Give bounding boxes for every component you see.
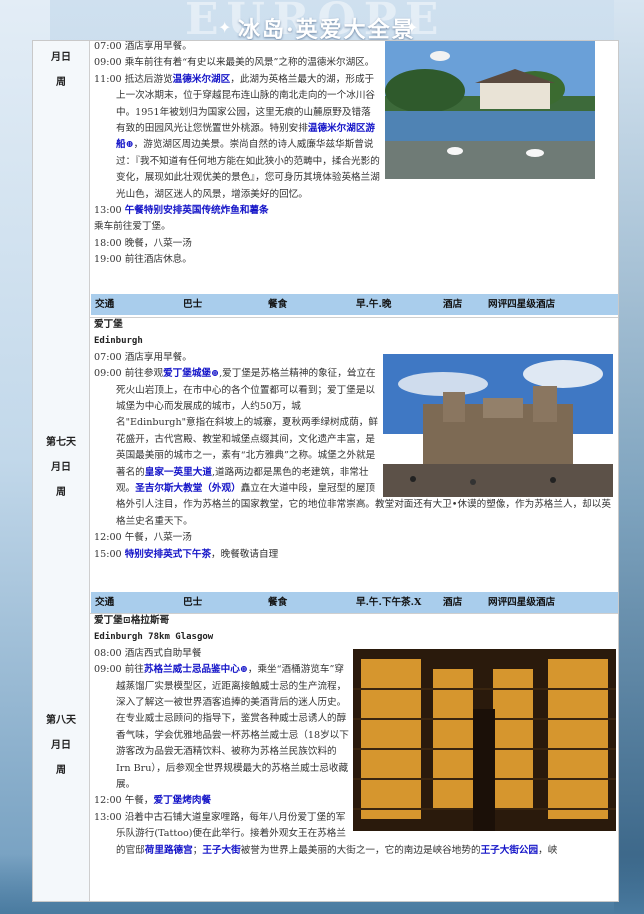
itinerary-table: 月日 周 07:00 酒店享用早餐。 09:00 乘车前往有着“有史以来最美的风景… [32,40,619,902]
description-text: 前往 [124,664,144,676]
description-text: ，峡 [538,844,558,856]
description-text: ,爱丁堡是苏格兰精神的象征，耸立在死火山岩顶上，在市中心的各个位置都可以看到；爱… [116,368,378,478]
windermere-lake-photo [385,41,595,179]
highlight-attraction: 皇家一英里大道 [144,466,212,478]
highlight-attraction: 特别安排英式下午茶 [124,548,212,560]
highlight-attraction: 午餐特别安排英国传统炸鱼和薯条 [124,205,269,217]
description-text: 酒店享用早餐。 [124,351,192,363]
route-title: 爱丁堡 [94,319,123,330]
day-date-label: 月日 [51,462,71,473]
day-weekday-label: 周 [56,487,66,498]
strip-meals-label: 餐食 [268,299,288,310]
highlight-attraction: 苏格兰威士忌品鉴中心⊕ [143,664,248,676]
edinburgh-castle-photo [383,354,613,497]
edinburgh-castle-image [383,354,613,497]
strip-meals-label: 餐食 [268,597,288,608]
time-label: 07:00 [94,351,125,363]
windermere-lake-image [385,41,595,179]
day-6-service-strip: 交通 巴士 餐食 早.午.晚 酒店 网评四星级酒店 [91,294,618,315]
description-text: 酒店享用早餐。 [124,41,192,52]
strip-hotel-label: 酒店 [443,299,463,310]
route-title: 爱丁堡⊡格拉斯哥 [94,615,170,626]
day-6-label: 月日 周 [33,41,90,317]
description-text: 酒店西式自助早餐 [124,647,202,659]
strip-transport-label: 交通 [95,597,115,608]
description-text: ，游览湖区周边美景。崇尚自然的诗人威廉华兹华斯曾说过：『我不知道有任何地方能在如… [116,139,380,200]
day-8-label: 第八天 月日 周 [33,613,90,901]
itinerary-line: 12:00 午餐，八菜一汤 [94,530,616,546]
time-label: 19:00 [94,254,125,266]
time-label: 11:00 [94,73,125,85]
itinerary-line: 13:00 午餐特别安排英国传统炸鱼和薯条 [94,203,616,219]
day-6-row: 月日 周 07:00 酒店享用早餐。 09:00 乘车前往有着“有史以来最美的风景… [33,41,618,318]
description-text: 前往参观 [124,368,164,380]
time-label: 13:00 [94,811,125,823]
time-label: 09:00 [94,57,125,69]
time-label: 09:00 [94,664,125,676]
highlight-attraction: 圣吉尔斯大教堂（外观） [135,483,241,495]
highlight-attraction: 荷里路德宫 [144,844,193,856]
day-7-service-strip: 交通 巴士 餐食 早.午.下午茶.X 酒店 网评四星级酒店 [91,592,618,613]
route-title-en: Edinburgh 78km Glasgow [94,632,214,643]
strip-hotel-label: 酒店 [443,597,463,608]
itinerary-line: 19:00 前往酒店休息。 [94,252,616,268]
description-text: ，乘坐“酒桶游览车”穿越蒸馏厂实景模型区，近距离接触威士忌的生产流程，深入了解这… [116,664,349,791]
time-label: 09:00 [94,368,125,380]
description-text: 前往酒店休息。 [124,254,192,266]
route-title-en: Edinburgh [94,336,143,347]
day-8-row: 第八天 月日 周 爱丁堡⊡格拉斯哥 Edinburgh 78km Glasgow… [33,613,618,901]
strip-transport-label: 交通 [95,299,115,310]
itinerary-line: 乘车前往爱丁堡。 [94,219,616,235]
strip-meals-value: 早.午.晚 [356,299,392,310]
strip-transport-value: 巴士 [183,597,203,608]
description-text: 晚餐，八菜一汤 [124,237,192,249]
time-label: 12:00 [94,795,125,807]
strip-meals-value: 早.午.下午茶.X [356,597,422,608]
whisky-collection-image [353,649,616,831]
day-date-label: 月日 [51,740,71,751]
description-text: 午餐，八菜一汤 [124,532,192,544]
time-label: 15:00 [94,548,125,560]
description-text: ，晚餐敬请自理 [211,548,279,560]
day-number-label: 第八天 [46,715,76,726]
itinerary-line: 18:00 晚餐，八菜一汤 [94,236,616,252]
description-text: 午餐， [124,795,154,807]
strip-transport-value: 巴士 [183,299,203,310]
time-label: 12:00 [94,532,125,544]
description-text: 乘车前往有着“有史以来最美的风景”之称的温德米尔湖区。 [124,57,375,69]
time-label: 18:00 [94,237,125,249]
highlight-attraction: 爱丁堡烤肉餐 [153,795,212,807]
highlight-attraction: 王子大街公园 [480,844,539,856]
description-text: 抵达后游览 [124,73,173,85]
day-date-label: 月日 [51,52,71,63]
time-label: 08:00 [94,647,125,659]
highlight-attraction: 爱丁堡城堡⊕ [163,368,220,380]
day-7-row: 第七天 月日 周 爱丁堡 Edinburgh 07:00 酒店享用早餐。 09:0… [33,317,618,614]
description-text: 乘车前往爱丁堡。 [94,221,171,233]
time-label: 07:00 [94,41,125,52]
day-number-label: 第七天 [46,437,76,448]
strip-hotel-value: 网评四星级酒店 [488,299,556,310]
sparkle-icon: ✦ [218,18,232,37]
day-weekday-label: 周 [56,765,66,776]
time-label: 13:00 [94,205,125,217]
whisky-collection-photo [353,649,616,831]
strip-hotel-value: 网评四星级酒店 [488,597,556,608]
description-text: ； [192,844,203,856]
description-text: 被誉为世界上最美丽的大街之一，它的南边是峡谷地势的 [240,844,481,856]
highlight-attraction: 温德米尔湖区 [172,73,231,85]
sparkle-icon: ✦ [405,18,419,37]
highlight-attraction: 王子大街 [202,844,241,856]
day-weekday-label: 周 [56,77,66,88]
day-7-label: 第七天 月日 周 [33,317,90,613]
itinerary-line: 15:00 特别安排英式下午茶，晚餐敬请自理 [94,547,616,563]
